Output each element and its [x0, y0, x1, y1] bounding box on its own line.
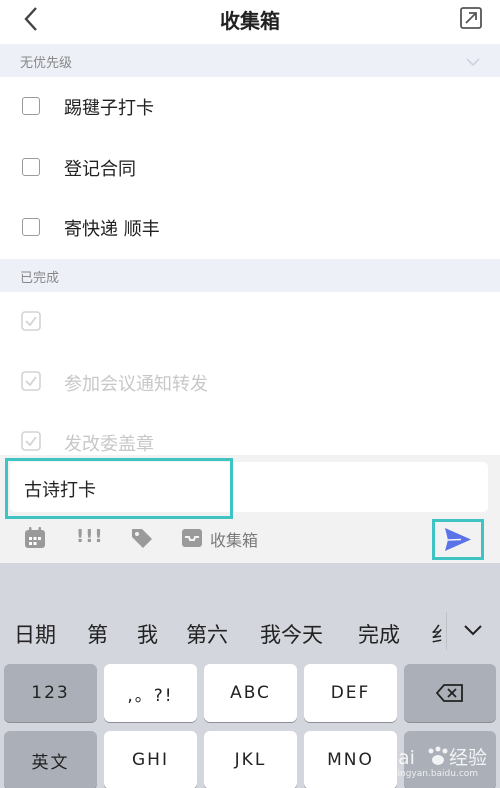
candidate-word[interactable]: 我: [137, 619, 158, 649]
candidate-word[interactable]: 纟: [431, 619, 446, 649]
list-selector-label[interactable]: 收集箱: [210, 527, 258, 551]
backspace-icon: [435, 684, 463, 702]
candidate-word[interactable]: 第: [87, 619, 108, 649]
key-english[interactable]: 英文: [4, 731, 97, 788]
candidate-word[interactable]: 日期: [14, 619, 56, 649]
input-highlight-box: [5, 458, 233, 519]
key-mno[interactable]: MNO: [304, 731, 397, 788]
task-row[interactable]: 寄快递 顺丰: [0, 199, 500, 257]
send-button[interactable]: [432, 519, 484, 560]
task-title[interactable]: 寄快递 顺丰: [64, 215, 160, 241]
keyboard-top-strip: [0, 563, 500, 603]
task-title[interactable]: 发改委盖章: [64, 430, 154, 456]
candidate-bar: [0, 603, 500, 661]
inbox-icon[interactable]: [180, 526, 204, 550]
section-no-priority[interactable]: 无优先级: [0, 44, 500, 77]
task-row[interactable]: 登记合同: [0, 139, 500, 197]
task-checkbox[interactable]: [22, 218, 40, 236]
task-checkbox[interactable]: [22, 158, 40, 176]
task-title[interactable]: 登记合同: [64, 155, 136, 181]
key-def[interactable]: DEF: [304, 664, 397, 722]
section-completed[interactable]: 已完成: [0, 259, 500, 292]
svg-text:Bai: Bai: [385, 747, 415, 769]
task-checkbox[interactable]: [22, 97, 40, 115]
priority-button[interactable]: !!!: [76, 526, 104, 547]
svg-text:经验: 经验: [449, 747, 487, 769]
tag-icon[interactable]: [130, 526, 154, 550]
checked-checkbox-icon[interactable]: [21, 371, 41, 391]
task-title[interactable]: 踢毽子打卡: [64, 94, 154, 120]
key-jkl[interactable]: JKL: [204, 731, 297, 788]
section-label: 无优先级: [20, 56, 73, 71]
candidate-word[interactable]: 完成: [358, 619, 400, 649]
backspace-key[interactable]: [404, 664, 496, 722]
task-row[interactable]: 踢毽子打卡: [0, 78, 500, 136]
task-title[interactable]: 参加会议通知转发: [64, 370, 208, 396]
expand-icon[interactable]: [458, 5, 484, 31]
completed-task-row[interactable]: 参加会议通知转发: [0, 354, 500, 412]
key-numbers[interactable]: 123: [4, 664, 97, 722]
calendar-icon[interactable]: [23, 526, 47, 550]
checked-checkbox-icon[interactable]: [21, 431, 41, 451]
key-ghi[interactable]: GHI: [104, 731, 197, 788]
section-label: 已完成: [20, 271, 60, 286]
key-abc[interactable]: ABC: [204, 664, 297, 722]
chevron-down-icon[interactable]: [465, 54, 481, 68]
chevron-down-icon[interactable]: [463, 622, 483, 638]
svg-text:jingyan.baidu.com: jingyan.baidu.com: [394, 769, 478, 778]
checked-checkbox-icon[interactable]: [21, 311, 41, 331]
candidate-divider: [446, 612, 447, 650]
baidu-jingyan-watermark: Bai 经验 jingyan.baidu.com: [385, 746, 487, 778]
completed-task-row[interactable]: [0, 294, 500, 352]
page-title: 收集箱: [220, 9, 280, 33]
key-punctuation[interactable]: ,。?!: [104, 664, 197, 722]
candidate-word[interactable]: 我今天: [260, 619, 323, 649]
candidate-word[interactable]: 第六: [186, 619, 228, 649]
